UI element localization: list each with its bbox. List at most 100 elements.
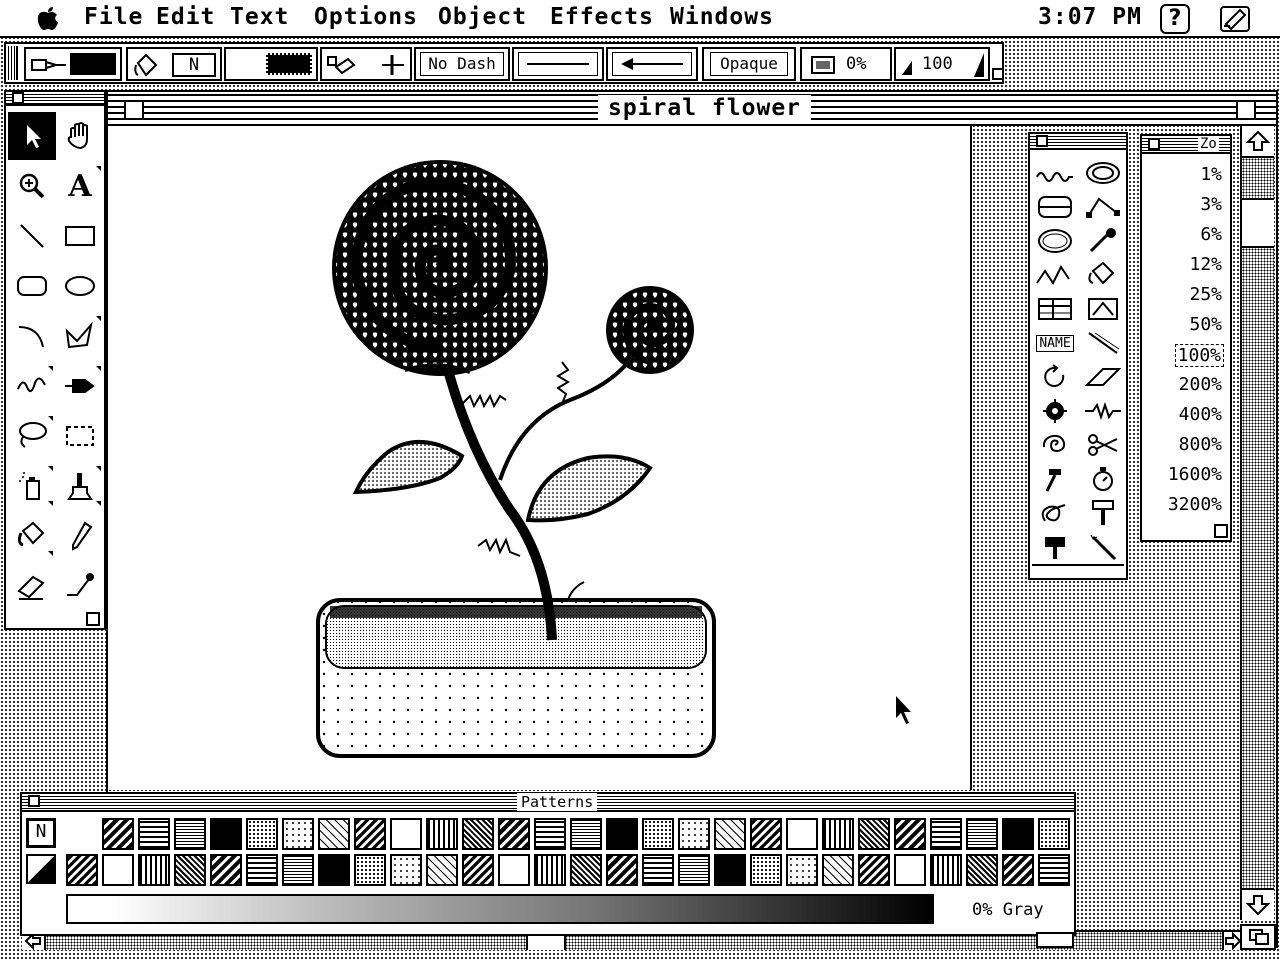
zoom-level-50[interactable]: 50% [1189, 314, 1222, 335]
shape-oval-ring[interactable] [1032, 224, 1078, 258]
pattern-swatch[interactable] [930, 854, 962, 886]
menu-effects[interactable]: Effects [550, 4, 654, 30]
pattern-swatch[interactable] [1038, 818, 1070, 850]
pattern-swatch[interactable] [714, 818, 746, 850]
zoom-level-12[interactable]: 12% [1189, 254, 1222, 275]
pattern-swatch[interactable] [714, 854, 746, 886]
shape-grid[interactable] [1032, 292, 1078, 326]
tool-eraser[interactable] [8, 562, 56, 610]
pattern-swatch[interactable] [570, 818, 602, 850]
pattern-swatch[interactable] [102, 818, 134, 850]
tool-lasso[interactable] [8, 412, 56, 460]
window-close-box[interactable] [124, 100, 144, 120]
tool-freehand[interactable] [8, 362, 56, 410]
zoom-level-200[interactable]: 200% [1179, 374, 1222, 395]
menu-file[interactable]: File [84, 4, 143, 30]
zoom-level-25[interactable]: 25% [1189, 284, 1222, 305]
pattern-swatch[interactable] [174, 818, 206, 850]
tool-polygon[interactable] [56, 312, 104, 360]
shape-target[interactable] [1032, 394, 1078, 428]
tint-selector[interactable]: 0% [800, 47, 892, 81]
tool-brush[interactable] [56, 462, 104, 510]
pattern-swatch[interactable] [390, 818, 422, 850]
pattern-swatch[interactable] [246, 854, 278, 886]
pattern-swatch[interactable] [606, 854, 638, 886]
shape-squiggle[interactable] [1032, 156, 1078, 190]
toolbox-resize-box[interactable] [86, 612, 100, 626]
pattern-swatch[interactable] [930, 818, 962, 850]
pattern-swatch[interactable] [66, 854, 98, 886]
scroll-down-icon[interactable] [1246, 894, 1270, 916]
zoom-level-1600[interactable]: 1600% [1168, 464, 1222, 485]
pattern-swatch[interactable] [426, 818, 458, 850]
tool-oval[interactable] [56, 262, 104, 310]
gray-ramp[interactable] [66, 894, 934, 924]
window-zoom-box[interactable] [1236, 100, 1256, 120]
pattern-swatch[interactable] [210, 854, 242, 886]
pattern-swatch[interactable] [282, 854, 314, 886]
shape-zigzag[interactable] [1032, 258, 1078, 292]
pattern-swatch[interactable] [354, 854, 386, 886]
tool-eyedropper[interactable] [56, 562, 104, 610]
line-style-selector[interactable] [512, 47, 604, 81]
vertical-scroll-thumb[interactable] [1242, 198, 1274, 248]
tool-paint-bucket[interactable] [8, 512, 56, 560]
patterns-close-box[interactable] [28, 795, 40, 807]
pattern-swatch[interactable] [102, 854, 134, 886]
pattern-swatch[interactable] [858, 854, 890, 886]
pattern-swatch[interactable] [534, 854, 566, 886]
pattern-swatch[interactable] [894, 854, 926, 886]
zoom-resize-box[interactable] [1214, 524, 1228, 538]
patterns-resize-box[interactable] [1036, 932, 1074, 948]
shape-rotate[interactable] [1032, 360, 1078, 394]
pattern-swatch[interactable] [426, 854, 458, 886]
pattern-swatch[interactable] [462, 818, 494, 850]
patterns-title-bar[interactable]: Patterns [22, 793, 1074, 812]
drawing-canvas[interactable] [108, 126, 972, 790]
tool-hand[interactable] [56, 112, 104, 160]
tool-arc[interactable] [8, 312, 56, 360]
pattern-swap-swatch[interactable] [26, 854, 56, 884]
zoom-level-3[interactable]: 3% [1200, 194, 1222, 215]
opacity-selector[interactable]: 100 [894, 47, 990, 81]
tool-rounded-rect[interactable] [8, 262, 56, 310]
pattern-swatch[interactable] [1002, 854, 1034, 886]
shape-dropper[interactable] [1080, 224, 1126, 258]
pattern-swatch[interactable] [966, 854, 998, 886]
palette-resize-box[interactable] [992, 68, 1004, 80]
pattern-none-swatch[interactable]: N [26, 818, 56, 848]
shapes-scrollbar[interactable] [1032, 564, 1124, 578]
zoom-level-3200[interactable]: 3200% [1168, 494, 1222, 515]
pattern-swatch[interactable] [858, 818, 890, 850]
line-weight-selector[interactable] [320, 47, 412, 81]
pattern-swatch[interactable] [822, 818, 854, 850]
vertical-scrollbar[interactable] [1240, 126, 1274, 920]
zoom-level-800[interactable]: 800% [1179, 434, 1222, 455]
pattern-swatch[interactable] [642, 818, 674, 850]
tool-arrow[interactable] [8, 112, 56, 160]
menu-edit[interactable]: Edit [156, 4, 215, 30]
shape-bucket[interactable] [1080, 258, 1126, 292]
shape-fill-pattern[interactable] [1080, 292, 1126, 326]
shape-hammer[interactable] [1032, 462, 1078, 496]
pattern-swatch[interactable] [318, 818, 350, 850]
pattern-swatch[interactable] [390, 854, 422, 886]
pattern-swatch[interactable] [786, 854, 818, 886]
pattern-swatch[interactable] [678, 854, 710, 886]
shape-cylinder[interactable] [1032, 190, 1078, 224]
line-pattern-selector[interactable] [224, 47, 318, 81]
zoom-level-400[interactable]: 400% [1179, 404, 1222, 425]
shape-scissors[interactable] [1080, 428, 1126, 462]
pattern-swatch[interactable] [534, 818, 566, 850]
menu-object[interactable]: Object [438, 4, 527, 30]
tool-spray[interactable] [8, 462, 56, 510]
shape-wave[interactable] [1080, 394, 1126, 428]
zoom-level-1[interactable]: 1% [1200, 164, 1222, 185]
pattern-swatch[interactable] [498, 854, 530, 886]
pattern-swatch[interactable] [1002, 818, 1034, 850]
pen-color-selector[interactable] [24, 47, 122, 81]
pattern-swatch[interactable] [174, 854, 206, 886]
document-title-bar[interactable]: spiral flower [108, 92, 1276, 126]
shape-name-tag[interactable]: NAME [1032, 326, 1078, 360]
pattern-swatch[interactable] [822, 854, 854, 886]
